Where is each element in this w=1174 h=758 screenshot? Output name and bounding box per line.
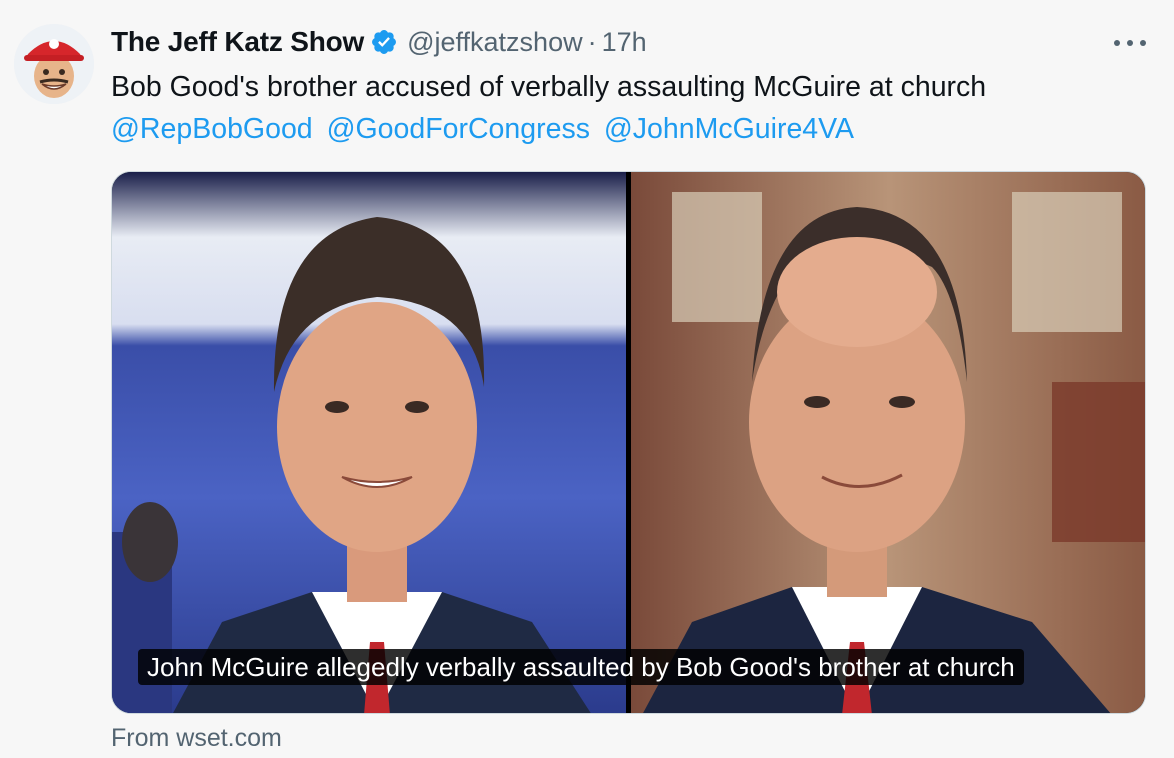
verified-badge-icon	[370, 28, 398, 56]
display-name[interactable]: The Jeff Katz Show	[111, 26, 364, 58]
tweet-header: The Jeff Katz Show @jeffkatzshow · 17h	[111, 22, 647, 62]
more-options-icon[interactable]	[1110, 28, 1150, 58]
tweet-text: Bob Good's brother accused of verbally a…	[111, 71, 987, 103]
media-card[interactable]: John McGuire allegedly verbally assaulte…	[111, 171, 1146, 714]
link-source[interactable]: From wset.com	[111, 724, 282, 753]
more-dot	[1140, 40, 1146, 46]
mention-link[interactable]: @JohnMcGuire4VA	[604, 113, 854, 145]
handle[interactable]: @jeffkatzshow	[407, 27, 583, 58]
separator-dot: ·	[587, 26, 597, 57]
mention-link[interactable]: @GoodForCongress	[327, 113, 590, 145]
timestamp[interactable]: 17h	[602, 27, 647, 58]
more-dot	[1127, 40, 1133, 46]
media-caption: John McGuire allegedly verbally assaulte…	[138, 649, 1024, 685]
mention-link[interactable]: @RepBobGood	[111, 113, 313, 145]
more-dot	[1114, 40, 1120, 46]
media-image	[112, 172, 1145, 713]
avatar[interactable]	[14, 24, 94, 104]
avatar-image	[14, 24, 94, 104]
mentions: @RepBobGood @GoodForCongress @JohnMcGuir…	[111, 110, 860, 149]
